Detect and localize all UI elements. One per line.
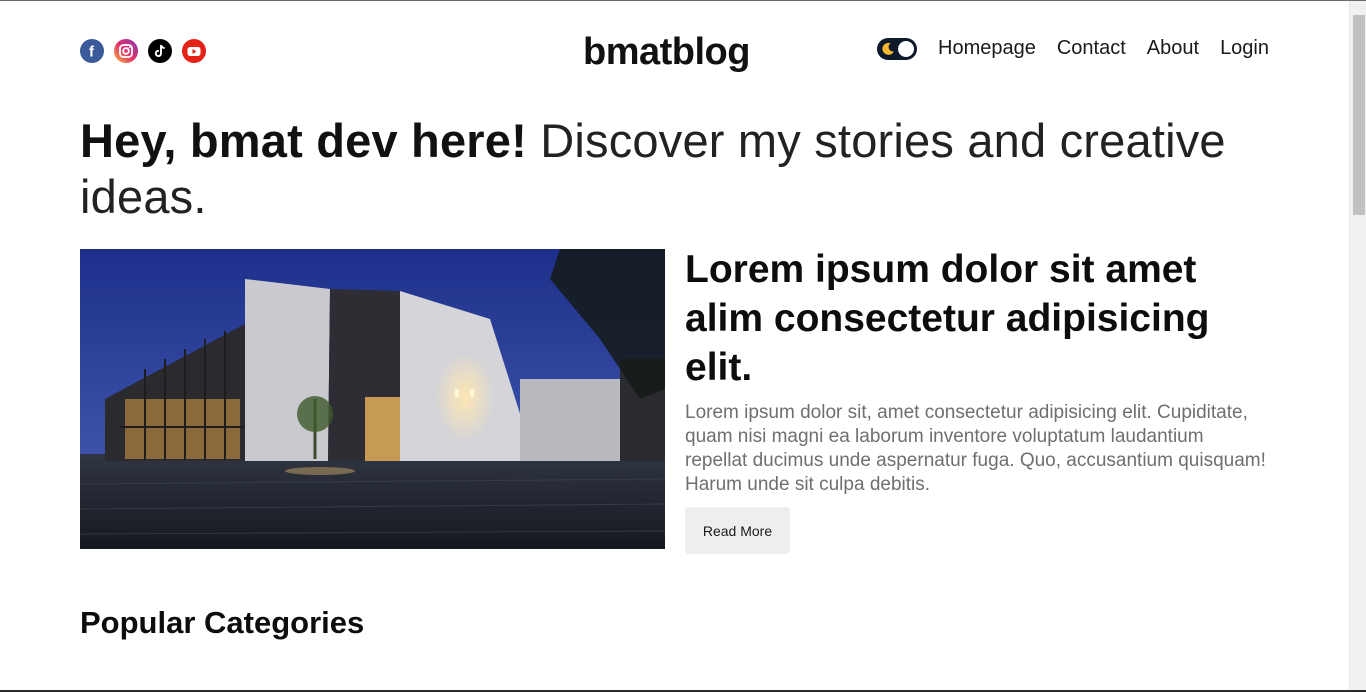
hero-heading-bold: Hey, bmat dev here! <box>80 114 527 167</box>
browser-viewport: f bmatblog Homepage Contact About Login … <box>0 0 1366 692</box>
page-content: f bmatblog Homepage Contact About Login … <box>80 1 1269 690</box>
page-scrollbar[interactable] <box>1349 1 1366 690</box>
navbar: f bmatblog Homepage Contact About Login <box>80 1 1269 101</box>
site-logo[interactable]: bmatblog <box>583 31 750 74</box>
social-links: f <box>80 39 206 63</box>
nav-login[interactable]: Login <box>1220 37 1269 60</box>
read-more-button[interactable]: Read More <box>685 507 790 554</box>
youtube-icon[interactable] <box>182 39 206 63</box>
main-nav: Homepage Contact About Login <box>877 37 1269 60</box>
nav-contact[interactable]: Contact <box>1057 37 1126 60</box>
hero-heading: Hey, bmat dev here! Discover my stories … <box>80 113 1269 225</box>
facebook-icon[interactable]: f <box>80 39 104 63</box>
moon-icon <box>882 42 894 55</box>
theme-toggle[interactable] <box>877 37 918 60</box>
popular-categories-heading: Popular Categories <box>80 605 365 640</box>
toggle-knob <box>898 40 915 57</box>
instagram-icon[interactable] <box>114 39 138 63</box>
featured-post-title[interactable]: Lorem ipsum dolor sit amet alim consecte… <box>685 245 1275 392</box>
tiktok-icon[interactable] <box>148 39 172 63</box>
nav-homepage[interactable]: Homepage <box>938 37 1036 60</box>
svg-text:f: f <box>89 44 95 61</box>
nav-about[interactable]: About <box>1147 37 1199 60</box>
scrollbar-thumb[interactable] <box>1353 15 1365 215</box>
featured-post-image[interactable] <box>80 249 665 549</box>
featured-post-description: Lorem ipsum dolor sit, amet consectetur … <box>685 402 1266 495</box>
